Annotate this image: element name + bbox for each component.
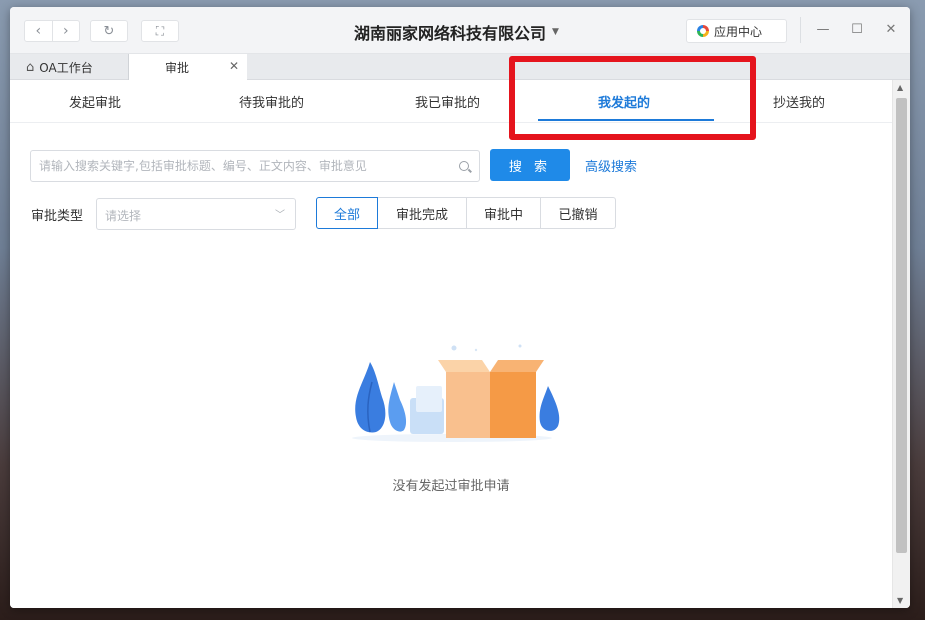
red-highlight-annotation xyxy=(509,56,756,140)
approval-content: 发起审批 待我审批的 我已审批的 我发起的 抄送我的 搜 索 高级搜索 审批类型… xyxy=(10,56,892,608)
tab-approval[interactable]: 审批 ✕ xyxy=(129,54,247,81)
search-button[interactable]: 搜 索 xyxy=(490,149,570,181)
tab-oa-workbench[interactable]: ⌂ OA工作台 xyxy=(10,54,129,80)
approval-type-label: 审批类型 xyxy=(31,209,84,224)
status-all-button[interactable]: 全部 xyxy=(316,197,378,229)
search-input[interactable] xyxy=(30,150,480,182)
search-icon[interactable] xyxy=(459,161,469,171)
fullscreen-icon: ⛶ xyxy=(155,23,165,38)
app-center-button[interactable]: 应用中心 xyxy=(686,19,787,43)
status-filter-group: 全部 审批完成 审批中 已撤销 xyxy=(316,197,616,229)
app-center-icon xyxy=(697,25,709,37)
scroll-up-icon[interactable]: ▲ xyxy=(897,83,903,92)
company-name: 湖南丽家网络科技有限公司 xyxy=(354,24,547,43)
chevron-right-icon[interactable]: › xyxy=(51,21,80,41)
app-center-label: 应用中心 xyxy=(714,24,763,39)
minimize-icon[interactable]: — xyxy=(814,21,832,39)
select-placeholder: 请选择 xyxy=(105,209,142,223)
tab-label: OA工作台 xyxy=(39,60,93,75)
tab-close-icon[interactable]: ✕ xyxy=(229,59,239,73)
advanced-search-link[interactable]: 高级搜索 xyxy=(585,156,637,175)
approval-subtabs: 发起审批 待我审批的 我已审批的 我发起的 抄送我的 xyxy=(10,80,892,123)
status-completed-button[interactable]: 审批完成 xyxy=(377,197,467,229)
empty-state-message: 没有发起过审批申请 xyxy=(392,479,510,494)
maximize-icon[interactable]: ☐ xyxy=(848,21,866,39)
divider xyxy=(800,17,801,43)
subtab-cc-to-me[interactable]: 抄送我的 xyxy=(773,92,825,111)
company-switcher[interactable]: 湖南丽家网络科技有限公司 ▼ xyxy=(354,20,559,44)
fullscreen-button[interactable]: ⛶ xyxy=(141,20,179,42)
home-icon: ⌂ xyxy=(26,59,35,75)
scroll-down-icon[interactable]: ▼ xyxy=(897,596,903,605)
refresh-icon: ↻ xyxy=(103,23,115,39)
status-revoked-button[interactable]: 已撤销 xyxy=(540,197,616,229)
subtab-start-approval[interactable]: 发起审批 xyxy=(69,92,121,111)
approval-type-select[interactable]: 请选择 ﹀ xyxy=(96,198,296,230)
chevron-down-icon: ﹀ xyxy=(275,210,285,221)
status-in-progress-button[interactable]: 审批中 xyxy=(466,197,541,229)
chevron-left-icon[interactable]: ‹ xyxy=(25,21,52,41)
subtab-pending-my-approval[interactable]: 待我审批的 xyxy=(239,92,304,111)
scrollbar-thumb[interactable] xyxy=(896,98,907,553)
app-window: ‹ › ↻ ⛶ 湖南丽家网络科技有限公司 ▼ 应用中心 — ☐ ✕ ⌂ OA工作… xyxy=(10,7,910,608)
empty-box-illustration xyxy=(352,344,560,442)
tab-label: 审批 xyxy=(165,61,190,75)
vertical-scrollbar[interactable]: ▲ ▼ xyxy=(892,80,910,608)
nav-buttons: ‹ › xyxy=(24,20,80,42)
subtab-approved-by-me[interactable]: 我已审批的 xyxy=(415,92,480,111)
tab-bar: ⌂ OA工作台 审批 ✕ xyxy=(10,54,910,81)
close-icon[interactable]: ✕ xyxy=(882,21,900,39)
refresh-button[interactable]: ↻ xyxy=(90,20,128,42)
caret-down-icon: ▼ xyxy=(552,27,559,37)
title-bar: ‹ › ↻ ⛶ 湖南丽家网络科技有限公司 ▼ 应用中心 — ☐ ✕ xyxy=(10,7,910,54)
